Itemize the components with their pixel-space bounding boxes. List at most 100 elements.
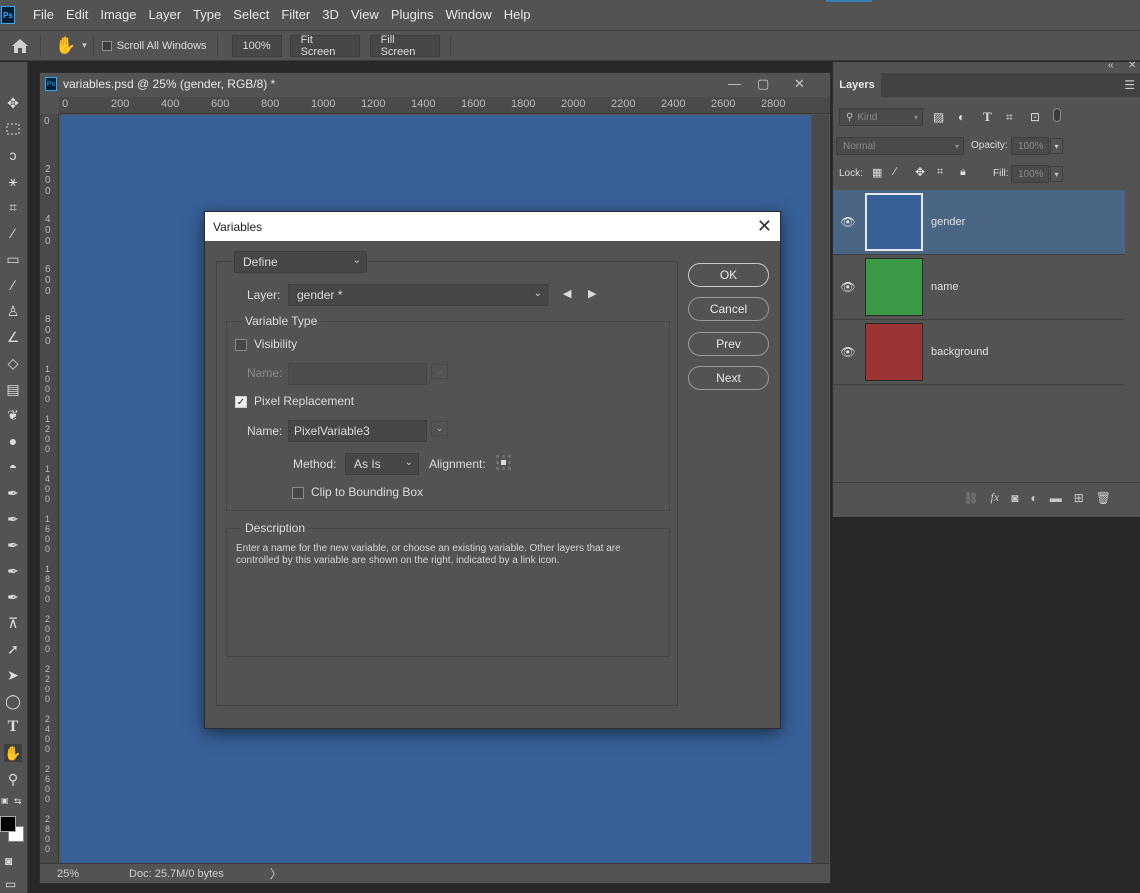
filter-toggle-icon[interactable] — [1053, 108, 1061, 122]
lasso-tool-icon[interactable]: ↄ — [4, 146, 22, 164]
lock-position-icon[interactable]: ✥ — [915, 165, 925, 179]
new-layer-icon[interactable]: ⊞ — [1074, 491, 1084, 505]
marquee-tool-icon[interactable] — [4, 120, 22, 138]
stamp-tool-icon[interactable]: ♙ — [4, 302, 22, 320]
home-icon[interactable] — [10, 36, 30, 56]
gradient-icon[interactable]: ▤ — [4, 380, 22, 398]
delete-anchor-icon[interactable]: ✒ — [4, 562, 22, 580]
quick-mask-icon[interactable]: ◙ — [5, 854, 12, 868]
ok-button[interactable]: OK — [688, 263, 769, 287]
link-layers-icon[interactable]: ⛓ — [963, 491, 978, 505]
layer-row-gender[interactable]: 👁︎ gender — [833, 190, 1125, 255]
hand-tool-icon[interactable]: ✋ — [4, 744, 22, 762]
new-group-icon[interactable]: ▬ — [1050, 491, 1062, 505]
close-panel-icon[interactable]: ✕ — [1128, 60, 1136, 71]
maximize-icon[interactable]: ▢ — [757, 76, 769, 92]
layer-row-background[interactable]: 👁︎ background — [833, 320, 1125, 385]
ellipse-tool-icon[interactable]: ◯ — [4, 692, 22, 710]
filter-smart-object-icon[interactable]: ⊡ — [1030, 110, 1040, 124]
brush-tool-icon[interactable]: ∕ — [4, 276, 22, 294]
type-vertical-icon[interactable]: ⊼ — [4, 614, 22, 632]
magic-wand-icon[interactable]: ⚹ — [4, 172, 22, 190]
history-brush-icon[interactable]: ∠ — [4, 328, 22, 346]
eraser-icon[interactable]: ◇ — [4, 354, 22, 372]
blend-mode-select[interactable]: Normal ▾ — [836, 137, 964, 155]
chevron-down-icon[interactable]: ▾ — [1050, 138, 1063, 154]
dodge-tool-icon[interactable]: ● — [4, 432, 22, 450]
collapse-panels-icon[interactable]: « — [1108, 60, 1114, 71]
layer-row-name[interactable]: 👁︎ name — [833, 255, 1125, 320]
menu-view[interactable]: View — [345, 0, 385, 30]
menu-window[interactable]: Window — [439, 0, 497, 30]
pen-tool-icon[interactable]: ✒ — [4, 484, 22, 502]
tab-layers[interactable]: Layers — [833, 73, 881, 97]
move-tool-icon[interactable]: ✥ — [4, 94, 22, 112]
panel-menu-icon[interactable]: ☰ — [1124, 78, 1135, 92]
zoom-100-button[interactable]: 100% — [231, 34, 282, 57]
zoom-level[interactable]: 25% — [57, 868, 79, 880]
menu-image[interactable]: Image — [94, 0, 142, 30]
lock-image-icon[interactable]: ∕ — [894, 166, 896, 178]
menu-3d[interactable]: 3D — [316, 0, 345, 30]
filter-type-icon[interactable]: T — [983, 109, 992, 125]
prev-layer-icon[interactable]: ◀ — [563, 287, 571, 300]
direct-select-icon[interactable]: ➤ — [4, 666, 22, 684]
eyedropper-icon[interactable]: ⁄ — [4, 224, 22, 242]
fx-icon[interactable]: fx — [991, 490, 1000, 505]
foreground-color-swatch[interactable] — [0, 816, 16, 832]
close-icon[interactable]: ✕ — [794, 76, 805, 92]
chevron-down-icon[interactable]: ⌄ — [431, 421, 448, 436]
menu-type[interactable]: Type — [187, 0, 227, 30]
minimize-icon[interactable]: — — [728, 76, 741, 91]
opacity-input[interactable]: 100% — [1011, 137, 1049, 155]
add-mask-icon[interactable]: ◙ — [1011, 491, 1018, 505]
menu-select[interactable]: Select — [227, 0, 275, 30]
scroll-all-windows-checkbox[interactable] — [101, 40, 112, 51]
menu-plugins[interactable]: Plugins — [385, 0, 440, 30]
mode-select[interactable]: Define ⌄ — [234, 251, 367, 273]
add-anchor-icon[interactable]: ✒ — [4, 536, 22, 554]
menu-filter[interactable]: Filter — [275, 0, 316, 30]
layer-select[interactable]: gender * ⌄ — [288, 284, 548, 306]
convert-point-icon[interactable]: ✒ — [4, 588, 22, 606]
zoom-tool-icon[interactable]: ⚲ — [4, 770, 22, 788]
screen-mode-icon[interactable]: ▭ — [5, 877, 16, 891]
chevron-right-icon[interactable]: 〉 — [270, 865, 282, 882]
fill-input[interactable]: 100% — [1011, 165, 1049, 183]
menu-layer[interactable]: Layer — [143, 0, 188, 30]
hand-tool-icon[interactable]: ✋ — [55, 36, 76, 56]
visibility-checkbox[interactable] — [235, 339, 247, 351]
filter-shape-icon[interactable]: ⌗ — [1006, 110, 1013, 125]
adjustment-layer-icon[interactable]: ◐ — [1030, 491, 1037, 505]
close-icon[interactable]: ✕ — [757, 216, 772, 236]
freeform-pen-icon[interactable]: ✒ — [4, 510, 22, 528]
filter-pixel-icon[interactable]: ▨ — [933, 110, 944, 124]
method-select[interactable]: As Is ⌄ — [345, 453, 419, 475]
chevron-down-icon[interactable]: ▾ — [82, 40, 87, 51]
pixel-name-input[interactable]: PixelVariable3 — [288, 420, 427, 442]
trash-icon[interactable]: 🗑︎ — [1096, 491, 1111, 505]
blur-tool-icon[interactable]: ❦ — [4, 406, 22, 424]
pixel-replacement-checkbox[interactable]: ✓ — [235, 396, 247, 408]
filter-adjustment-icon[interactable]: ◐ — [958, 110, 965, 124]
eye-icon[interactable]: 👁︎ — [833, 215, 863, 229]
sponge-icon[interactable]: ◓ — [4, 458, 22, 476]
prev-button[interactable]: Prev — [688, 332, 769, 356]
eye-icon[interactable]: 👁︎ — [833, 345, 863, 359]
path-select-icon[interactable]: ➚ — [4, 640, 22, 658]
menu-edit[interactable]: Edit — [60, 0, 94, 30]
menu-file[interactable]: File — [27, 0, 60, 30]
type-tool-icon[interactable]: T — [4, 718, 22, 736]
fill-screen-button[interactable]: Fill Screen — [369, 34, 440, 58]
filter-kind-select[interactable]: ⚲ Kind ▾ — [839, 108, 923, 126]
lock-transparent-icon[interactable]: ▦ — [872, 166, 882, 179]
next-button[interactable]: Next — [688, 366, 769, 390]
vertical-scrollbar[interactable] — [812, 115, 829, 863]
eye-icon[interactable]: 👁︎ — [833, 280, 863, 294]
lock-artboard-icon[interactable]: ⌗ — [937, 166, 943, 179]
next-layer-icon[interactable]: ▶ — [588, 287, 596, 300]
swap-colors-icon[interactable]: ⇆ — [14, 796, 22, 807]
clip-to-bounding-box-checkbox[interactable] — [292, 487, 304, 499]
alignment-grid-icon[interactable] — [495, 454, 513, 472]
healing-brush-icon[interactable]: ▭ — [4, 250, 22, 268]
